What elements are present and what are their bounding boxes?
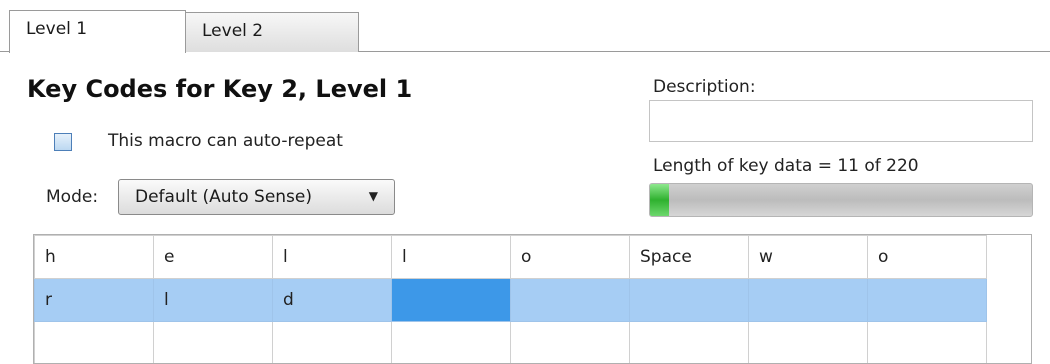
table-row[interactable]: helloSpacewo <box>35 236 987 279</box>
key-code-cell[interactable]: d <box>273 279 392 322</box>
mode-label: Mode: <box>46 187 98 207</box>
key-code-cell[interactable]: e <box>154 236 273 279</box>
key-code-cell[interactable] <box>868 322 987 364</box>
key-code-cell[interactable]: h <box>35 236 154 279</box>
progress-fill <box>650 184 669 216</box>
key-code-cell[interactable] <box>630 322 749 364</box>
key-code-cell[interactable]: Space <box>630 236 749 279</box>
description-label: Description: <box>653 77 756 97</box>
key-code-cell[interactable]: w <box>749 236 868 279</box>
key-code-cell[interactable] <box>392 322 511 364</box>
tab-level-2[interactable]: Level 2 <box>185 12 359 52</box>
key-code-cell[interactable] <box>273 322 392 364</box>
key-code-cell[interactable]: r <box>35 279 154 322</box>
key-code-cell[interactable] <box>749 279 868 322</box>
key-code-cell[interactable] <box>35 322 154 364</box>
key-code-cell[interactable] <box>749 322 868 364</box>
key-data-progress-bar <box>649 183 1033 217</box>
table-row[interactable] <box>35 322 987 364</box>
description-input[interactable] <box>649 100 1033 142</box>
key-code-cell[interactable]: o <box>868 236 987 279</box>
key-code-cell[interactable]: l <box>154 279 273 322</box>
chevron-down-icon: ▼ <box>369 189 378 203</box>
key-data-length-label: Length of key data = 11 of 220 <box>653 156 919 176</box>
key-code-cell[interactable]: o <box>511 236 630 279</box>
key-code-cell[interactable]: l <box>392 236 511 279</box>
key-codes-table: helloSpaceworld <box>34 235 987 364</box>
key-codes-grid: helloSpaceworld ▲ <box>33 234 1032 364</box>
key-code-cell[interactable] <box>511 322 630 364</box>
mode-value: Default (Auto Sense) <box>135 187 312 207</box>
key-code-cell[interactable]: l <box>273 236 392 279</box>
key-code-cell[interactable] <box>511 279 630 322</box>
key-code-cell[interactable] <box>392 279 511 322</box>
auto-repeat-checkbox[interactable] <box>54 133 72 151</box>
page-title: Key Codes for Key 2, Level 1 <box>27 75 412 103</box>
tab-strip: Level 2 Level 1 <box>0 0 1050 52</box>
auto-repeat-label: This macro can auto-repeat <box>108 131 343 151</box>
key-code-cell[interactable] <box>868 279 987 322</box>
mode-dropdown[interactable]: Default (Auto Sense) ▼ <box>118 179 395 215</box>
tab-level-1[interactable]: Level 1 <box>9 10 186 53</box>
key-code-cell[interactable] <box>630 279 749 322</box>
table-row[interactable]: rld <box>35 279 987 322</box>
key-code-cell[interactable] <box>154 322 273 364</box>
